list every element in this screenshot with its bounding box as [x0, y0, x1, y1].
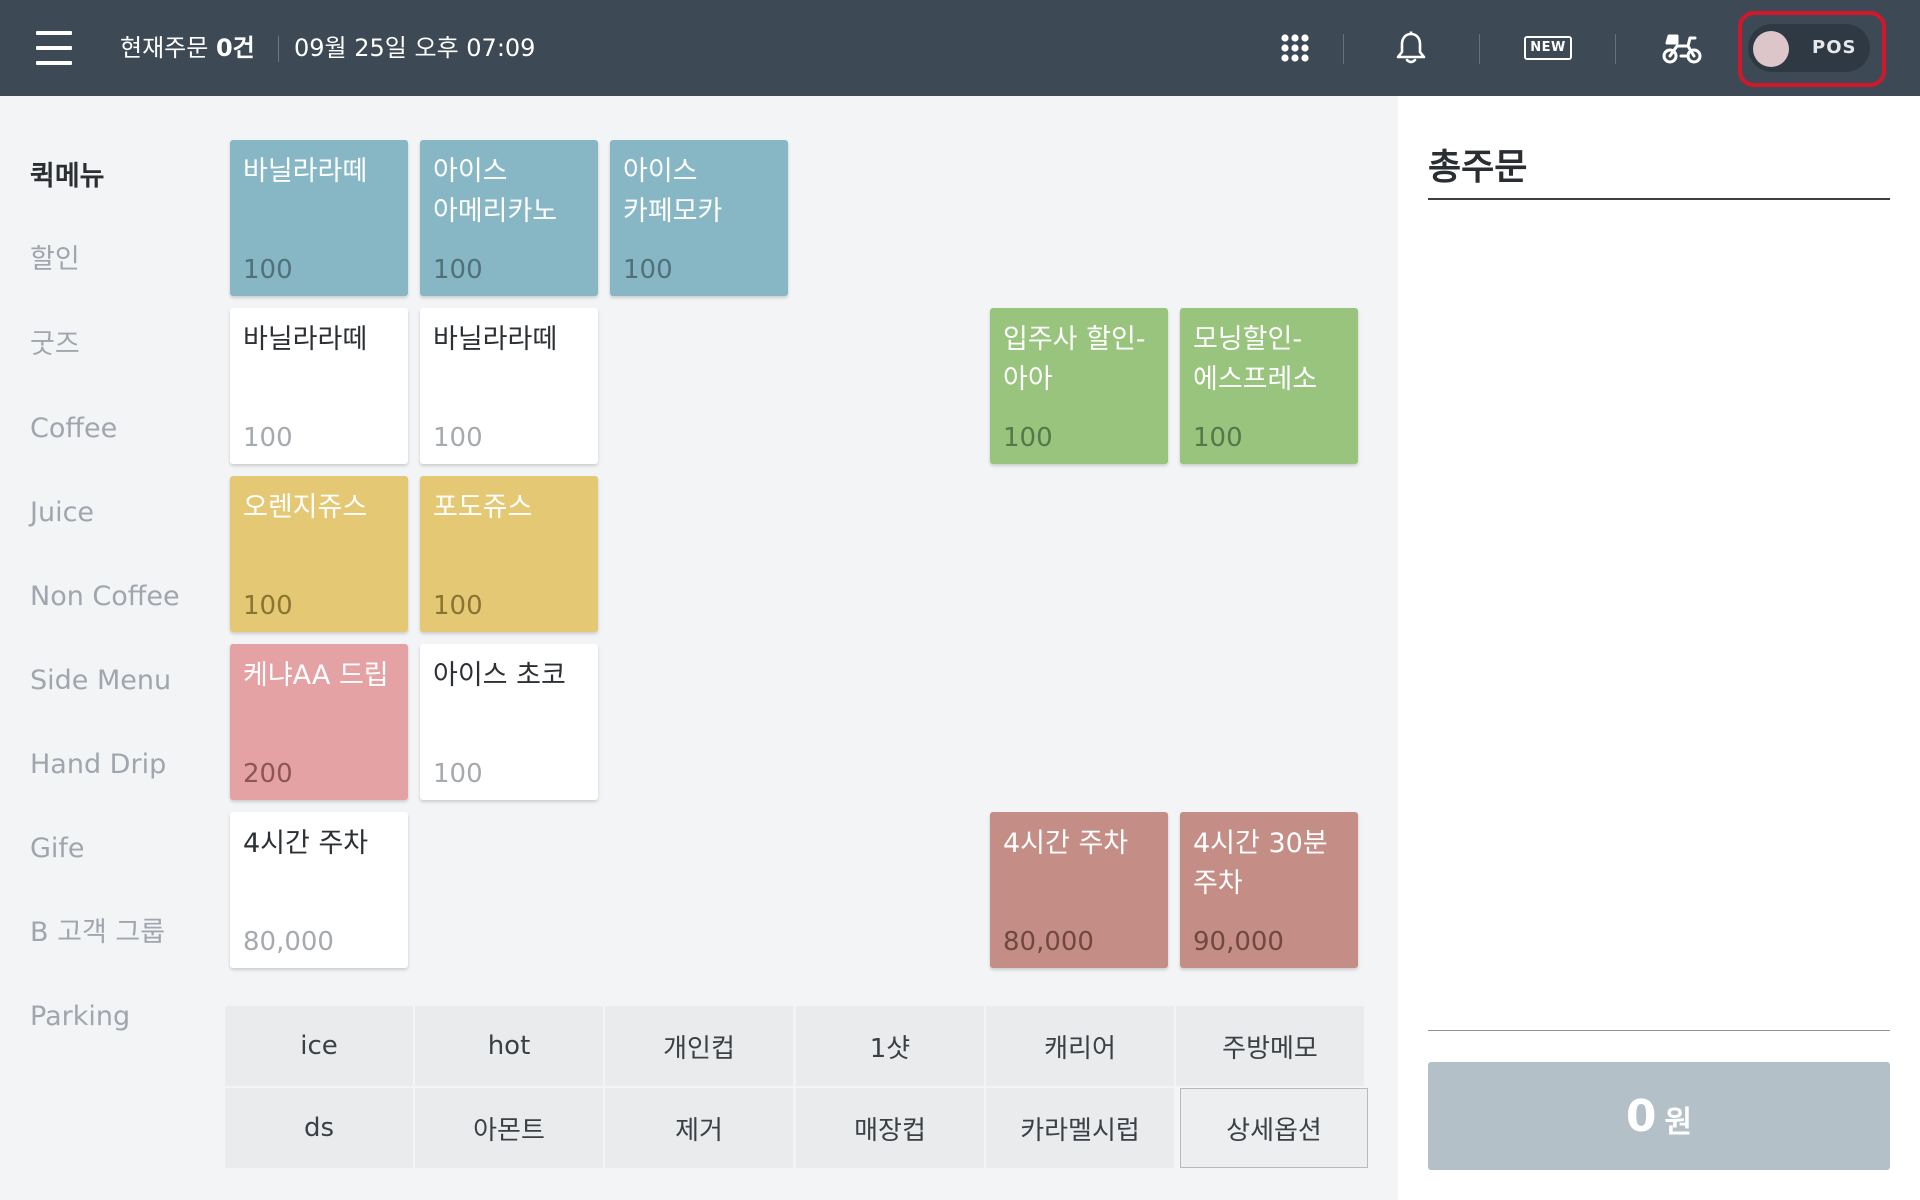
header-divider: [1615, 34, 1616, 64]
header-divider: [278, 36, 279, 62]
option-remove-button[interactable]: 제거: [605, 1088, 793, 1168]
menu-tile-name: 바닐라라떼: [243, 156, 368, 187]
menu-tile-name: 입주사 할인- 아아: [1003, 324, 1146, 395]
bell-icon[interactable]: [1387, 24, 1435, 72]
menu-tile-price: 90,000: [1193, 927, 1284, 957]
category-goods[interactable]: 굿즈: [30, 328, 80, 362]
menu-tile-name: 포도쥬스: [433, 492, 533, 523]
top-bar: 현재주문 0건 09월 25일 오후 07:09 NEW POS: [0, 0, 1920, 96]
new-badge-label: NEW: [1524, 36, 1572, 60]
menu-tile[interactable]: 아이스 카페모카 100: [610, 140, 788, 296]
menu-tile[interactable]: 케냐AA 드립 200: [230, 644, 408, 800]
menu-tile[interactable]: 4시간 주차 80,000: [230, 812, 408, 968]
menu-hamburger-icon[interactable]: [36, 31, 72, 65]
current-orders: 현재주문 0건: [120, 33, 255, 63]
menu-tile[interactable]: 바닐라라떼 100: [230, 140, 408, 296]
option-ds-button[interactable]: ds: [225, 1088, 413, 1168]
order-panel-divider: [1428, 1030, 1890, 1031]
option-kitchen-memo-button[interactable]: 주방메모: [1176, 1006, 1364, 1086]
option-hot-button[interactable]: hot: [415, 1006, 603, 1086]
menu-tile[interactable]: 바닐라라떼 100: [230, 308, 408, 464]
pos-toggle[interactable]: POS: [1748, 24, 1870, 72]
category-gife[interactable]: Gife: [30, 832, 85, 866]
category-non-coffee[interactable]: Non Coffee: [30, 580, 180, 614]
menu-tile-name: 모닝할인- 에스프레소: [1193, 324, 1318, 395]
menu-tile-price: 100: [433, 255, 483, 285]
new-badge-icon[interactable]: NEW: [1523, 24, 1573, 72]
menu-tile-price: 100: [243, 423, 293, 453]
menu-tile-price: 100: [243, 255, 293, 285]
menu-tile-name: 아이스 카페모카: [623, 156, 723, 227]
menu-tile-price: 100: [433, 423, 483, 453]
menu-tile-price: 100: [1003, 423, 1053, 453]
order-panel-divider: [1428, 198, 1890, 200]
menu-tile[interactable]: 4시간 주차 80,000: [990, 812, 1168, 968]
menu-tile-price: 100: [623, 255, 673, 285]
category-side-menu[interactable]: Side Menu: [30, 664, 171, 698]
order-panel: 총주문 0 원: [1398, 96, 1920, 1200]
option-carrier-button[interactable]: 캐리어: [986, 1006, 1174, 1086]
menu-tile-price: 80,000: [243, 927, 334, 957]
option-store-cup-button[interactable]: 매장컵: [796, 1088, 984, 1168]
category-hand-drip[interactable]: Hand Drip: [30, 748, 166, 782]
current-orders-count: 0건: [215, 34, 255, 62]
header-divider: [1343, 34, 1344, 64]
category-b-customer-group[interactable]: B 고객 그룹: [30, 916, 165, 950]
delivery-scooter-icon[interactable]: [1658, 24, 1706, 72]
option-personal-cup-button[interactable]: 개인컵: [605, 1006, 793, 1086]
total-pay-button[interactable]: 0 원: [1428, 1062, 1890, 1170]
menu-tile-name: 4시간 주차: [243, 828, 369, 859]
option-ice-button[interactable]: ice: [225, 1006, 413, 1086]
category-discount[interactable]: 할인: [30, 243, 80, 277]
category-coffee[interactable]: Coffee: [30, 412, 117, 446]
menu-tile[interactable]: 아이스 초코 100: [420, 644, 598, 800]
menu-tile-name: 4시간 주차: [1003, 828, 1129, 859]
menu-tile[interactable]: 포도쥬스 100: [420, 476, 598, 632]
menu-tile[interactable]: 입주사 할인- 아아 100: [990, 308, 1168, 464]
menu-tile[interactable]: 바닐라라떼 100: [420, 308, 598, 464]
menu-tile[interactable]: 모닝할인- 에스프레소 100: [1180, 308, 1358, 464]
order-panel-title: 총주문: [1428, 147, 1528, 188]
category-quick-menu[interactable]: 퀵메뉴: [30, 160, 105, 194]
menu-tile-name: 아이스 아메리카노: [433, 156, 558, 227]
option-one-shot-button[interactable]: 1샷: [796, 1006, 984, 1086]
menu-tile-name: 바닐라라떼: [433, 324, 558, 355]
category-juice[interactable]: Juice: [30, 496, 94, 530]
menu-tile-price: 200: [243, 759, 293, 789]
menu-tile-name: 아이스 초코: [433, 660, 566, 691]
menu-tile-price: 100: [1193, 423, 1243, 453]
pos-toggle-knob[interactable]: [1753, 31, 1789, 67]
menu-tile[interactable]: 4시간 30분 주차 90,000: [1180, 812, 1358, 968]
header-divider: [1479, 34, 1480, 64]
menu-tile-price: 100: [433, 759, 483, 789]
menu-tile[interactable]: 오렌지쥬스 100: [230, 476, 408, 632]
menu-tile-name: 4시간 30분 주차: [1193, 828, 1328, 899]
menu-tile-name: 바닐라라떼: [243, 324, 368, 355]
menu-tile-name: 오렌지쥬스: [243, 492, 368, 523]
total-amount: 0: [1625, 1090, 1657, 1142]
menu-tile-name: 케냐AA 드립: [243, 660, 389, 691]
apps-grid-icon[interactable]: [1271, 24, 1319, 72]
option-detail-options-button[interactable]: 상세옵션: [1180, 1088, 1368, 1168]
option-caramel-syrup-button[interactable]: 카라멜시럽: [986, 1088, 1174, 1168]
datetime-display: 09월 25일 오후 07:09: [294, 34, 536, 62]
menu-tile[interactable]: 아이스 아메리카노 100: [420, 140, 598, 296]
menu-tile-price: 100: [433, 591, 483, 621]
pos-toggle-label: POS: [1812, 37, 1857, 58]
option-almond-button[interactable]: 아몬트: [415, 1088, 603, 1168]
total-currency-unit: 원: [1664, 1105, 1693, 1140]
menu-tile-price: 100: [243, 591, 293, 621]
current-orders-label: 현재주문: [120, 34, 209, 62]
menu-tile-price: 80,000: [1003, 927, 1094, 957]
category-parking[interactable]: Parking: [30, 1000, 130, 1034]
